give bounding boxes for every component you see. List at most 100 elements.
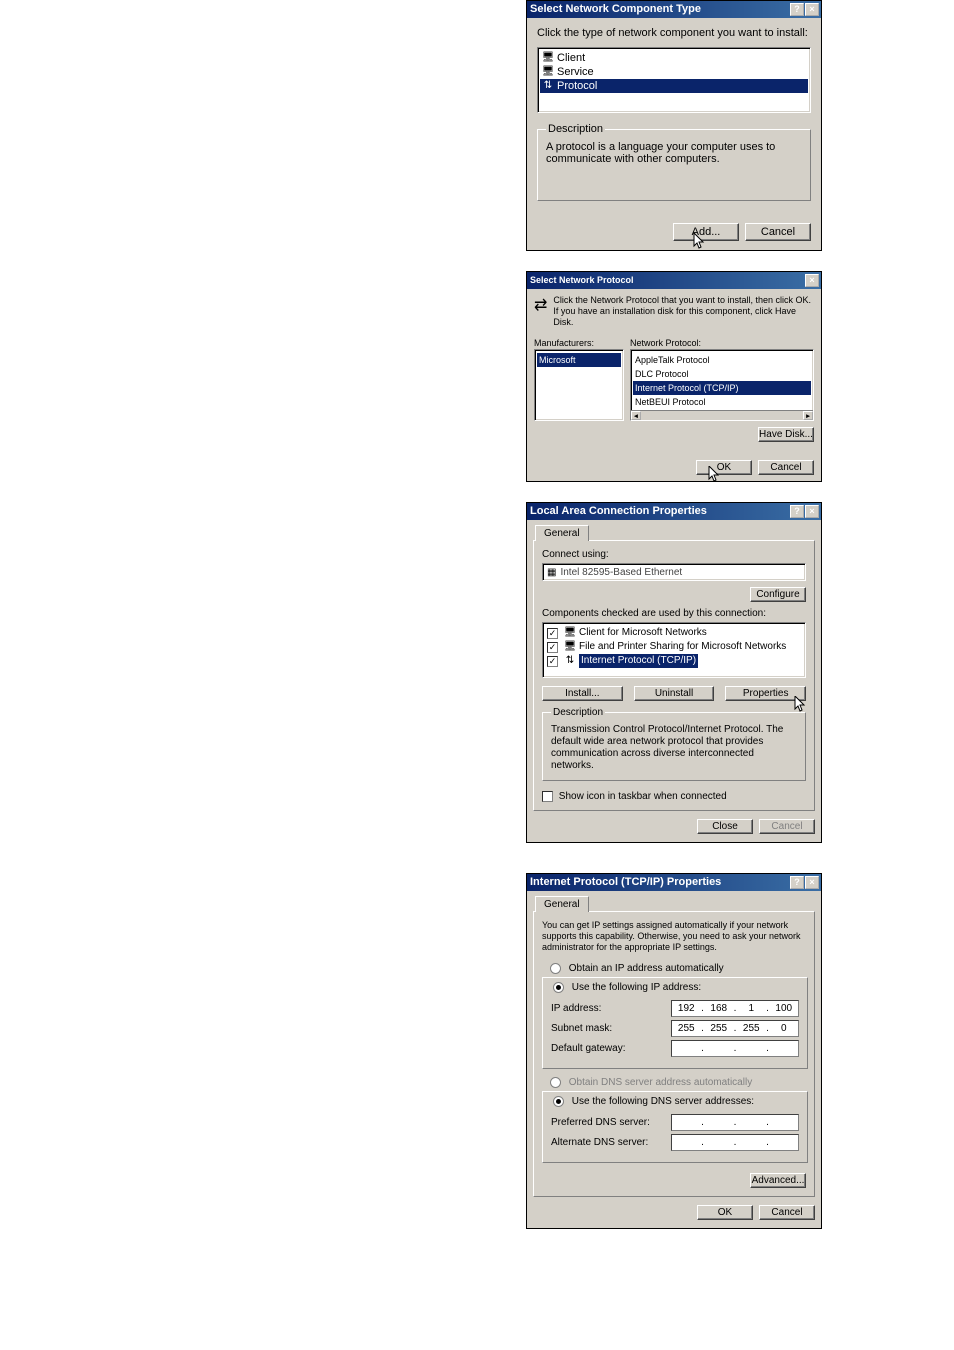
list-item[interactable]: ⇅ Protocol [540,79,808,93]
service-icon: 🖥 [564,641,576,653]
list-item-label: NetBEUI Protocol [635,395,706,409]
list-item[interactable]: ✓ 🖥 Client for Microsoft Networks [545,626,803,640]
cursor-icon [708,466,722,484]
dialog-title: Select Network Component Type [530,3,701,15]
obtain-ip-auto-label: Obtain an IP address automatically [569,963,724,974]
use-static-ip-label: Use the following IP address: [572,982,701,993]
list-item[interactable]: Internet Protocol (TCP/IP) [633,381,811,395]
list-item[interactable]: ✓ 🖥 File and Printer Sharing for Microso… [545,640,803,654]
list-item-label: Client for Microsoft Networks [579,626,707,640]
dialog-title: Local Area Connection Properties [530,505,707,517]
subnet-mask-label: Subnet mask: [551,1023,671,1034]
ok-button[interactable]: OK [696,460,752,475]
list-item[interactable]: AppleTalk Protocol [633,353,811,367]
titlebar: Select Network Component Type ? × [527,1,821,18]
close-button[interactable]: × [805,274,819,287]
checkbox[interactable]: ✓ [547,628,558,639]
ok-button[interactable]: OK [697,1205,753,1220]
tab-general[interactable]: General [535,896,589,912]
prompt-text: Click the type of network component you … [537,27,811,39]
close-button[interactable]: × [805,3,819,16]
uninstall-button[interactable]: Uninstall [634,686,715,701]
close-button[interactable]: Close [697,819,753,834]
obtain-dns-auto-label: Obtain DNS server address automatically [569,1077,752,1088]
ip-octet[interactable]: 192 [672,1003,701,1014]
service-icon: 🖥 [542,66,554,78]
components-label: Components checked are used by this conn… [542,608,806,619]
description-legend: Description [551,707,605,718]
client-icon: 🖥 [542,52,554,64]
show-icon-label: Show icon in taskbar when connected [559,791,727,802]
cancel-button[interactable]: Cancel [759,1205,815,1220]
list-item[interactable]: ✓ ⇅ Internet Protocol (TCP/IP) [545,654,803,668]
ip-octet[interactable]: 1 [737,1003,766,1014]
close-button[interactable]: × [805,505,819,518]
default-gateway-input[interactable]: . . . [671,1040,799,1057]
list-item-label: AppleTalk Protocol [635,353,710,367]
tab-general[interactable]: General [535,525,589,541]
checkbox[interactable]: ✓ [547,656,558,667]
list-item-label: Microsoft [539,353,576,367]
network-icon: ⇄ [534,295,547,328]
adapter-name: Intel 82595-Based Ethernet [560,567,682,578]
advanced-button[interactable]: Advanced... [750,1173,806,1188]
ip-octet[interactable]: 168 [705,1003,734,1014]
list-item-label: Protocol [557,79,597,93]
list-item[interactable]: Microsoft [537,353,621,367]
help-button[interactable]: ? [790,3,804,16]
ip-address-input[interactable]: 192. 168. 1. 100 [671,1000,799,1017]
protocol-list[interactable]: AppleTalk Protocol DLC Protocol Internet… [630,349,814,421]
ip-address-label: IP address: [551,1003,671,1014]
ip-octet[interactable]: 100 [770,1003,799,1014]
subnet-mask-input[interactable]: 255. 255. 255. 0 [671,1020,799,1037]
list-item-label: Internet Protocol (TCP/IP) [579,654,698,668]
list-item[interactable]: NetBEUI Protocol [633,395,811,409]
show-icon-checkbox[interactable] [542,791,553,802]
list-item-label: Client [557,51,585,65]
prompt-text: Click the Network Protocol that you want… [553,295,814,328]
use-static-ip-radio[interactable] [553,982,564,993]
list-item[interactable]: 🖥 Client [540,51,808,65]
obtain-ip-auto-radio[interactable] [550,963,561,974]
ip-octet[interactable]: 255 [737,1023,766,1034]
components-list[interactable]: ✓ 🖥 Client for Microsoft Networks ✓ 🖥 Fi… [542,622,806,678]
protocol-label: Network Protocol: [630,338,814,348]
select-network-component-type-dialog: Select Network Component Type ? × Click … [526,0,822,251]
checkbox[interactable]: ✓ [547,642,558,653]
manufacturers-list[interactable]: Microsoft [534,349,624,421]
protocol-icon: ⇅ [564,655,576,667]
list-item-label: DLC Protocol [635,367,689,381]
scroll-right-button[interactable]: ▸ [803,411,813,420]
preferred-dns-label: Preferred DNS server: [551,1117,671,1128]
list-item[interactable]: DLC Protocol [633,367,811,381]
component-type-list[interactable]: 🖥 Client 🖥 Service ⇅ Protocol [537,47,811,113]
protocol-icon: ⇅ [542,80,554,92]
preferred-dns-input[interactable]: . . . [671,1114,799,1131]
configure-button[interactable]: Configure [750,587,806,602]
titlebar: Internet Protocol (TCP/IP) Properties ? … [527,874,821,891]
cancel-button[interactable]: Cancel [758,460,814,475]
list-item[interactable]: 🖥 Service [540,65,808,79]
cursor-icon [794,696,808,714]
titlebar: Local Area Connection Properties ? × [527,503,821,520]
help-button[interactable]: ? [790,876,804,889]
default-gateway-label: Default gateway: [551,1043,671,1054]
info-text: You can get IP settings assigned automat… [542,920,806,953]
ip-octet[interactable]: 255 [705,1023,734,1034]
scroll-left-button[interactable]: ◂ [631,411,641,420]
description-text: Transmission Control Protocol/Internet P… [551,724,797,772]
help-button[interactable]: ? [790,505,804,518]
client-icon: 🖥 [564,627,576,639]
adapter-field: ▦ Intel 82595-Based Ethernet [542,563,806,581]
close-button[interactable]: × [805,876,819,889]
cancel-button[interactable]: Cancel [745,223,811,241]
ip-octet[interactable]: 255 [672,1023,701,1034]
use-static-dns-label: Use the following DNS server addresses: [572,1096,754,1107]
use-static-dns-radio[interactable] [553,1096,564,1107]
alternate-dns-input[interactable]: . . . [671,1134,799,1151]
install-button[interactable]: Install... [542,686,623,701]
alternate-dns-label: Alternate DNS server: [551,1137,671,1148]
ip-octet[interactable]: 0 [770,1023,799,1034]
have-disk-button[interactable]: Have Disk... [758,427,814,442]
cancel-button: Cancel [759,819,815,834]
